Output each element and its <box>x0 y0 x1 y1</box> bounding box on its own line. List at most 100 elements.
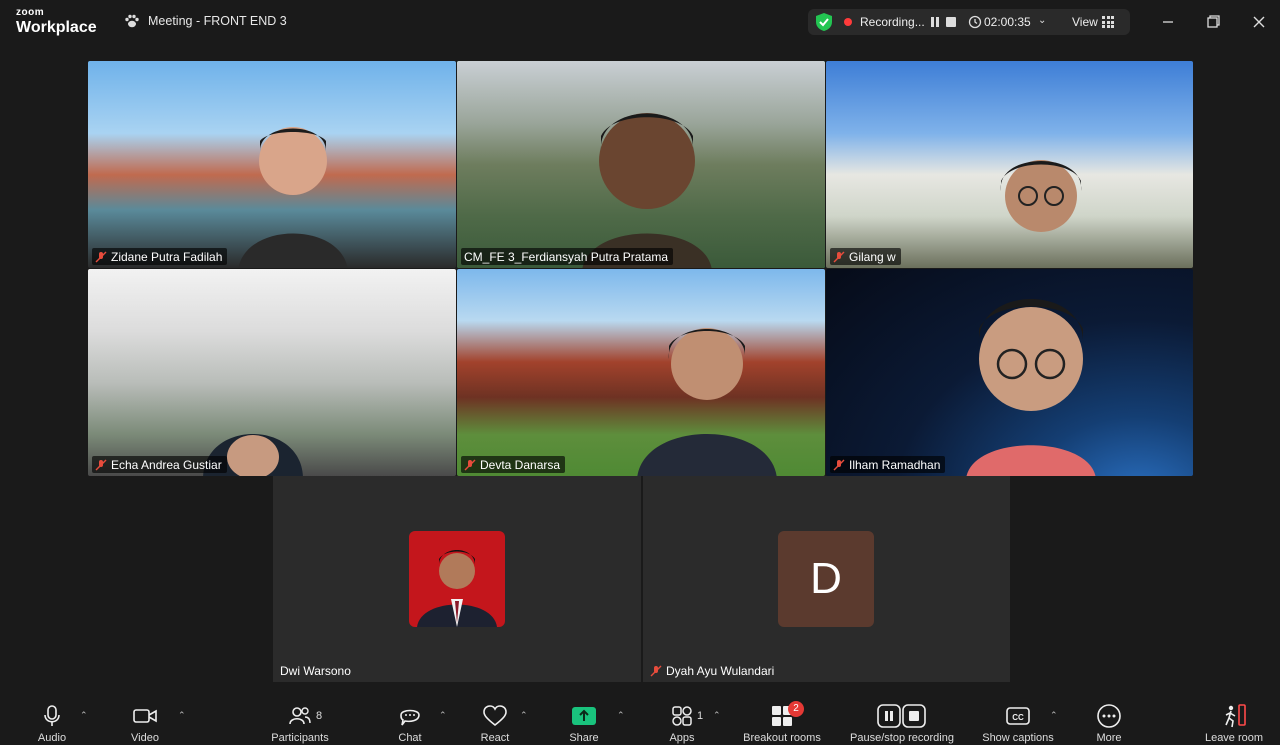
video-tile[interactable]: Devta Danarsa <box>457 269 825 476</box>
apps-options-chevron-icon[interactable]: ⌃ <box>713 710 723 720</box>
meeting-toolbar: Audio ⌃ Video ⌃ Participants 8 Chat ⌃ Re… <box>0 694 1280 745</box>
more-label: More <box>1096 732 1122 744</box>
participant-name: Zidane Putra Fadilah <box>111 249 223 264</box>
pause-recording-icon[interactable] <box>930 17 940 27</box>
participant-name: CM_FE 3_Ferdiansyah Putra Pratama <box>464 249 669 264</box>
breakout-rooms-label: Breakout rooms <box>743 732 821 744</box>
svg-text:CC: CC <box>1012 713 1024 722</box>
participant-name: Dyah Ayu Wulandari <box>666 663 775 678</box>
title-bar: zoom Workplace Meeting - FRONT END 3 Rec… <box>0 0 1280 44</box>
zoom-logo: zoom Workplace <box>16 8 97 36</box>
pause-stop-recording-button[interactable]: Pause/stop recording <box>850 702 954 744</box>
captions-options-chevron-icon[interactable]: ⌃ <box>1050 710 1060 720</box>
minimize-window-icon[interactable] <box>1158 12 1178 32</box>
show-captions-button[interactable]: CC Show captions <box>982 702 1054 744</box>
mic-muted-icon <box>833 251 845 262</box>
video-tile[interactable]: Gilang w <box>826 61 1193 268</box>
video-tile-video-off[interactable]: D Dyah Ayu Wulandari <box>643 476 1010 682</box>
audio-options-chevron-icon[interactable]: ⌃ <box>80 710 90 720</box>
mic-muted-icon <box>833 459 845 470</box>
participants-count: 8 <box>316 710 323 722</box>
mic-muted-icon <box>464 459 476 470</box>
react-label: React <box>480 732 510 744</box>
share-screen-icon <box>572 707 596 725</box>
mic-muted-icon <box>95 459 107 470</box>
participant-name-tag: Ilham Ramadhan <box>830 456 946 473</box>
show-captions-label: Show captions <box>982 732 1054 744</box>
meeting-timer: 02:00:35 <box>984 15 1031 29</box>
audio-button[interactable]: Audio <box>30 702 74 744</box>
react-button[interactable]: React <box>473 702 517 744</box>
heart-icon <box>483 705 507 727</box>
video-tile[interactable]: Ilham Ramadhan <box>826 269 1193 476</box>
participant-name-tag: CM_FE 3_Ferdiansyah Putra Pratama <box>461 248 674 265</box>
restore-window-icon[interactable] <box>1203 12 1223 32</box>
view-button[interactable]: View <box>1072 15 1098 29</box>
brand-small: zoom <box>16 7 45 18</box>
paw-icon <box>125 14 139 28</box>
participant-name-tag: Echa Andrea Gustiar <box>92 456 227 473</box>
recording-dot-icon <box>844 18 852 26</box>
share-button[interactable]: Share <box>562 702 606 744</box>
video-camera-icon <box>133 709 157 723</box>
chevron-down-icon[interactable]: ⌄ <box>1038 15 1046 26</box>
share-options-chevron-icon[interactable]: ⌃ <box>617 710 627 720</box>
video-tile[interactable]: Zidane Putra Fadilah <box>88 61 456 268</box>
participant-silhouette <box>966 299 1096 476</box>
more-options-icon <box>1097 704 1121 728</box>
shield-icon[interactable] <box>814 12 834 32</box>
meeting-title: Meeting - FRONT END 3 <box>124 13 287 29</box>
meeting-title-text: Meeting - FRONT END 3 <box>148 14 287 28</box>
more-button[interactable]: More <box>1087 702 1131 744</box>
brand-large: Workplace <box>16 19 97 36</box>
grid-view-icon[interactable] <box>1102 16 1114 28</box>
mic-muted-icon <box>95 251 107 262</box>
video-tile-active-speaker[interactable]: CM_FE 3_Ferdiansyah Putra Pratama <box>457 61 825 268</box>
participant-name-tag: Dyah Ayu Wulandari <box>647 662 779 679</box>
participant-name: Dwi Warsono <box>280 663 351 678</box>
apps-icon <box>672 706 692 726</box>
avatar-letter: D <box>810 554 842 603</box>
participant-name-tag: Zidane Putra Fadilah <box>92 248 228 265</box>
participants-icon <box>289 707 311 725</box>
video-button[interactable]: Video <box>123 702 167 744</box>
avatar: D <box>778 531 874 627</box>
react-options-chevron-icon[interactable]: ⌃ <box>520 710 530 720</box>
video-label: Video <box>131 732 159 744</box>
apps-count: 1 <box>697 710 704 722</box>
participant-name: Devta Danarsa <box>480 457 561 472</box>
microphone-icon <box>44 705 60 726</box>
chat-label: Chat <box>398 732 422 744</box>
chat-button[interactable]: Chat <box>388 702 432 744</box>
breakout-rooms-badge: 2 <box>788 701 804 717</box>
leave-door-icon <box>1225 704 1246 728</box>
participant-silhouette <box>238 127 348 268</box>
participant-name-tag: Dwi Warsono <box>277 662 356 679</box>
share-label: Share <box>569 732 599 744</box>
video-options-chevron-icon[interactable]: ⌃ <box>178 710 188 720</box>
audio-label: Audio <box>37 732 67 744</box>
participant-name-tag: Devta Danarsa <box>461 456 566 473</box>
video-tile[interactable]: Echa Andrea Gustiar <box>88 269 456 476</box>
pause-stop-recording-label: Pause/stop recording <box>850 732 954 744</box>
participant-name: Ilham Ramadhan <box>849 457 941 472</box>
leave-room-button[interactable]: Leave room <box>1205 702 1263 744</box>
mic-muted-icon <box>650 665 662 676</box>
participant-silhouette <box>637 328 777 476</box>
participant-name: Echa Andrea Gustiar <box>111 457 222 472</box>
recording-status-pill: Recording... 02:00:35 ⌄ View <box>808 9 1130 35</box>
recording-label: Recording... <box>860 15 925 29</box>
participants-label: Participants <box>271 732 329 744</box>
chat-bubble-icon <box>400 709 420 726</box>
closed-captions-icon: CC <box>1006 707 1030 725</box>
clock-icon <box>968 15 982 29</box>
chat-options-chevron-icon[interactable]: ⌃ <box>439 710 449 720</box>
profile-photo <box>409 531 505 627</box>
video-tile-video-off[interactable]: Dwi Warsono <box>273 476 641 682</box>
close-window-icon[interactable] <box>1249 12 1269 32</box>
leave-room-label: Leave room <box>1204 732 1264 744</box>
stop-recording-icon[interactable] <box>946 17 956 27</box>
participant-photo-silhouette <box>417 550 497 627</box>
participant-silhouette <box>582 113 712 268</box>
pause-stop-recording-icon <box>877 704 926 728</box>
